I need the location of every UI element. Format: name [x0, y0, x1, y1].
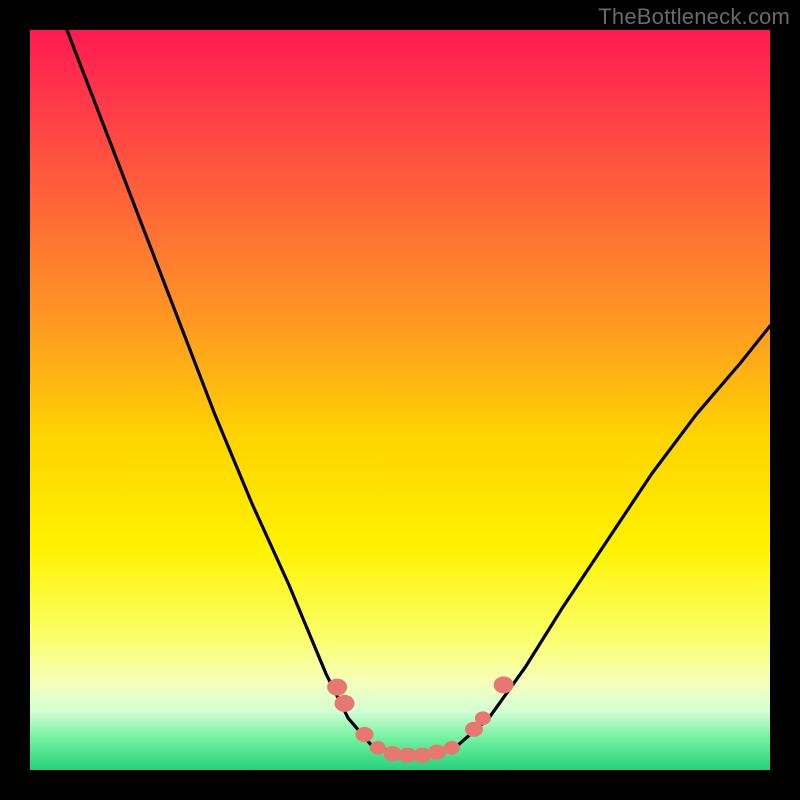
- curve-marker: [475, 711, 491, 725]
- curve-marker: [327, 679, 347, 696]
- curve-marker: [444, 741, 460, 755]
- curve-marker: [494, 676, 514, 693]
- curve-marker: [335, 695, 355, 712]
- curve-marker: [428, 745, 446, 760]
- outer-frame: TheBottleneck.com: [0, 0, 800, 800]
- bottleneck-curve: [30, 30, 770, 770]
- curve-marker: [356, 727, 374, 742]
- watermark-text: TheBottleneck.com: [598, 4, 790, 30]
- curve-marker: [370, 741, 386, 755]
- curve-path: [67, 30, 770, 755]
